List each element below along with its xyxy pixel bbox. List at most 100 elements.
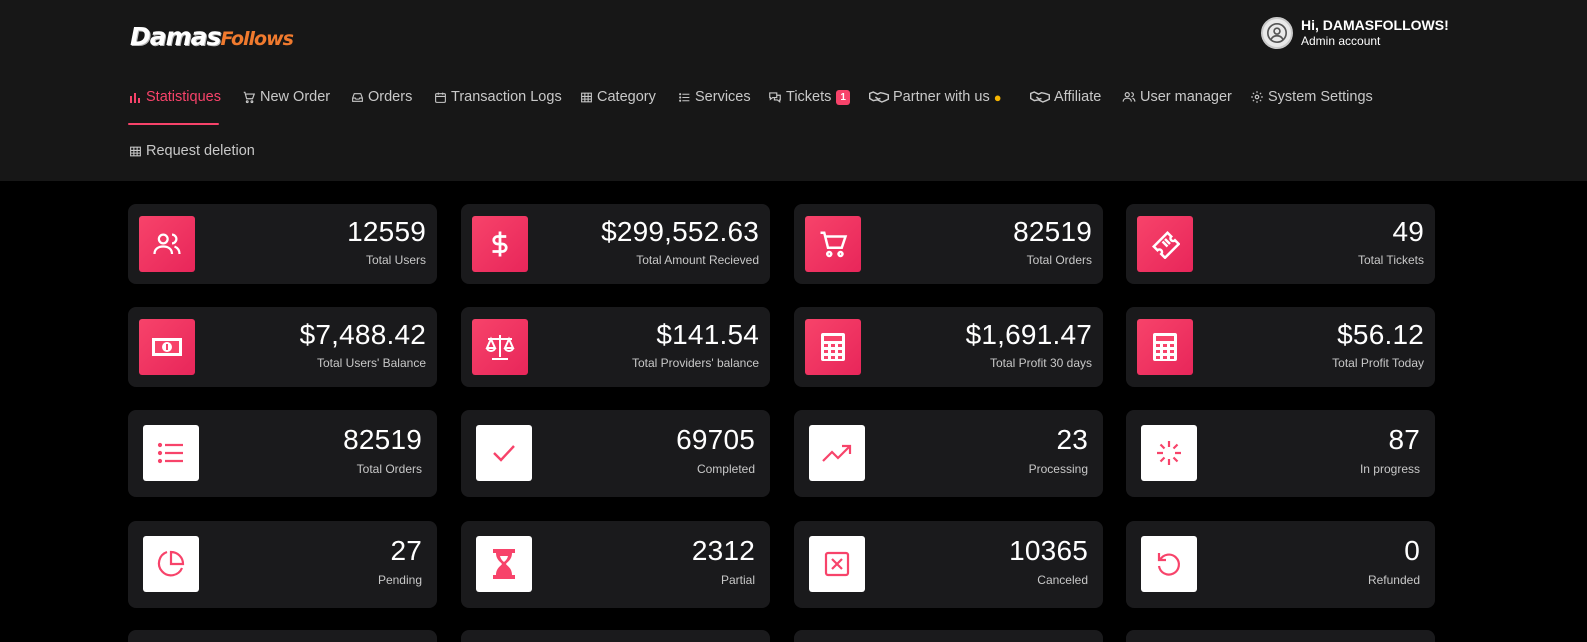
nav-partner[interactable]: Partner with us ● [869, 87, 1002, 107]
stat-value: 10365 [1009, 535, 1088, 566]
list-icon [143, 425, 199, 481]
stat-label: Refunded [1367, 573, 1420, 587]
table-icon [579, 90, 593, 104]
nav-new-order-label: New Order [260, 89, 331, 105]
list-icon [677, 90, 691, 104]
cancel-box-icon [809, 536, 865, 592]
stat-card-next-row [794, 630, 1103, 642]
account-greeting: Hi, DAMASFOLLOWS! [1301, 17, 1449, 33]
table-icon [128, 144, 142, 158]
stat-card-next-row [461, 630, 770, 642]
nav-active-indicator [128, 123, 219, 125]
stat-label: Canceled [1037, 573, 1088, 587]
stat-card-processing[interactable]: 23 Processing [794, 410, 1103, 497]
gear-icon [1250, 90, 1264, 104]
stat-value: $56.12 [1337, 319, 1424, 350]
stat-label: In progress [1359, 462, 1420, 476]
user-avatar-icon [1267, 23, 1287, 43]
stat-value: $141.54 [656, 319, 759, 350]
stat-value: 49 [1392, 216, 1424, 247]
stat-card-profit-today[interactable]: $56.12 Total Profit Today [1126, 307, 1435, 387]
stat-card-total-orders[interactable]: 82519 Total Orders [794, 204, 1103, 284]
nav-services-label: Services [695, 89, 751, 105]
stat-label: Total Orders [356, 462, 422, 476]
dollar-icon [472, 216, 528, 272]
nav-affiliate[interactable]: Affiliate [1030, 87, 1101, 107]
stat-label: Total Providers' balance [631, 356, 759, 370]
scale-icon [472, 319, 528, 375]
handshake-icon [869, 90, 889, 104]
nav-orders[interactable]: Orders [350, 87, 412, 107]
stat-value: $7,488.42 [299, 319, 426, 350]
account-role: Admin account [1301, 34, 1381, 48]
brand-logo-part1: Damas [130, 22, 221, 51]
stat-card-pending[interactable]: 27 Pending [128, 521, 437, 608]
nav-statistiques-label: Statistiques [146, 89, 221, 105]
stat-label: Total Tickets [1357, 253, 1424, 267]
stat-card-providers-balance[interactable]: $141.54 Total Providers' balance [461, 307, 770, 387]
refund-icon [1141, 536, 1197, 592]
stat-label: Total Users [365, 253, 426, 267]
nav-statistiques[interactable]: Statistiques [128, 87, 221, 107]
stat-card-profit-30-days[interactable]: $1,691.47 Total Profit 30 days [794, 307, 1103, 387]
stat-label: Pending [377, 573, 422, 587]
check-icon [476, 425, 532, 481]
top-header: Damas Follows Hi, DAMASFOLLOWS! Admin acc… [0, 0, 1587, 181]
stat-card-users-balance[interactable]: $7,488.42 Total Users' Balance [128, 307, 437, 387]
stat-card-partial[interactable]: 2312 Partial [461, 521, 770, 608]
stat-card-refunded[interactable]: 0 Refunded [1126, 521, 1435, 608]
stat-value: 12559 [347, 216, 426, 247]
stat-card-in-progress[interactable]: 87 In progress [1126, 410, 1435, 497]
nav-partner-label: Partner with us [893, 89, 990, 105]
stat-label: Partial [720, 573, 755, 587]
stat-label: Total Users' Balance [316, 356, 426, 370]
nav-new-order[interactable]: New Order [242, 87, 330, 107]
nav-user-manager-label: User manager [1140, 89, 1232, 105]
bar-chart-icon [128, 90, 142, 104]
stat-value: 0 [1404, 535, 1420, 566]
ticket-icon [1137, 216, 1193, 272]
stat-card-completed[interactable]: 69705 Completed [461, 410, 770, 497]
stat-value: 82519 [343, 424, 422, 455]
stat-value: $299,552.63 [601, 216, 759, 247]
handshake-icon [1030, 90, 1050, 104]
calendar-icon [433, 90, 447, 104]
stat-value: $1,691.47 [965, 319, 1092, 350]
brand-logo-part2: Follows [220, 28, 293, 50]
nav-system-settings[interactable]: System Settings [1250, 87, 1373, 107]
users-icon [1122, 90, 1136, 104]
brand-logo[interactable]: Damas Follows [130, 22, 294, 52]
stat-card-total-tickets[interactable]: 49 Total Tickets [1126, 204, 1435, 284]
stat-label: Completed [696, 462, 755, 476]
nav-services[interactable]: Services [677, 87, 751, 107]
tickets-count-badge: 1 [836, 89, 850, 105]
stat-label: Total Profit 30 days [989, 356, 1092, 370]
stat-value: 69705 [676, 424, 755, 455]
stat-value: 2312 [691, 535, 755, 566]
account-menu[interactable]: Hi, DAMASFOLLOWS! Admin account [1261, 17, 1449, 49]
stat-card-canceled[interactable]: 10365 Canceled [794, 521, 1103, 608]
money-icon [139, 319, 195, 375]
nav-category[interactable]: Category [579, 87, 656, 107]
nav-request-deletion[interactable]: Request deletion [128, 141, 255, 161]
nav-user-manager[interactable]: User manager [1122, 87, 1232, 107]
stat-label: Total Profit Today [1332, 356, 1424, 370]
avatar[interactable] [1261, 17, 1293, 49]
stat-label: Processing [1028, 462, 1088, 476]
nav-transaction-logs-label: Transaction Logs [451, 89, 562, 105]
nav-category-label: Category [597, 89, 656, 105]
nav-tickets-label: Tickets [786, 89, 832, 105]
nav-system-settings-label: System Settings [1268, 89, 1373, 105]
money-bag-icon: ● [993, 89, 1002, 105]
stat-card-orders-total[interactable]: 82519 Total Orders [128, 410, 437, 497]
stat-card-total-users[interactable]: 12559 Total Users [128, 204, 437, 284]
nav-tickets[interactable]: Tickets 1 [768, 87, 850, 107]
calculator-icon [805, 319, 861, 375]
stat-card-total-amount[interactable]: $299,552.63 Total Amount Recieved [461, 204, 770, 284]
chat-bubbles-icon [768, 90, 782, 104]
stat-value: 82519 [1013, 216, 1092, 247]
stat-value: 27 [390, 535, 422, 566]
nav-transaction-logs[interactable]: Transaction Logs [433, 87, 562, 107]
users-icon [139, 216, 195, 272]
stat-card-next-row [1126, 630, 1435, 642]
